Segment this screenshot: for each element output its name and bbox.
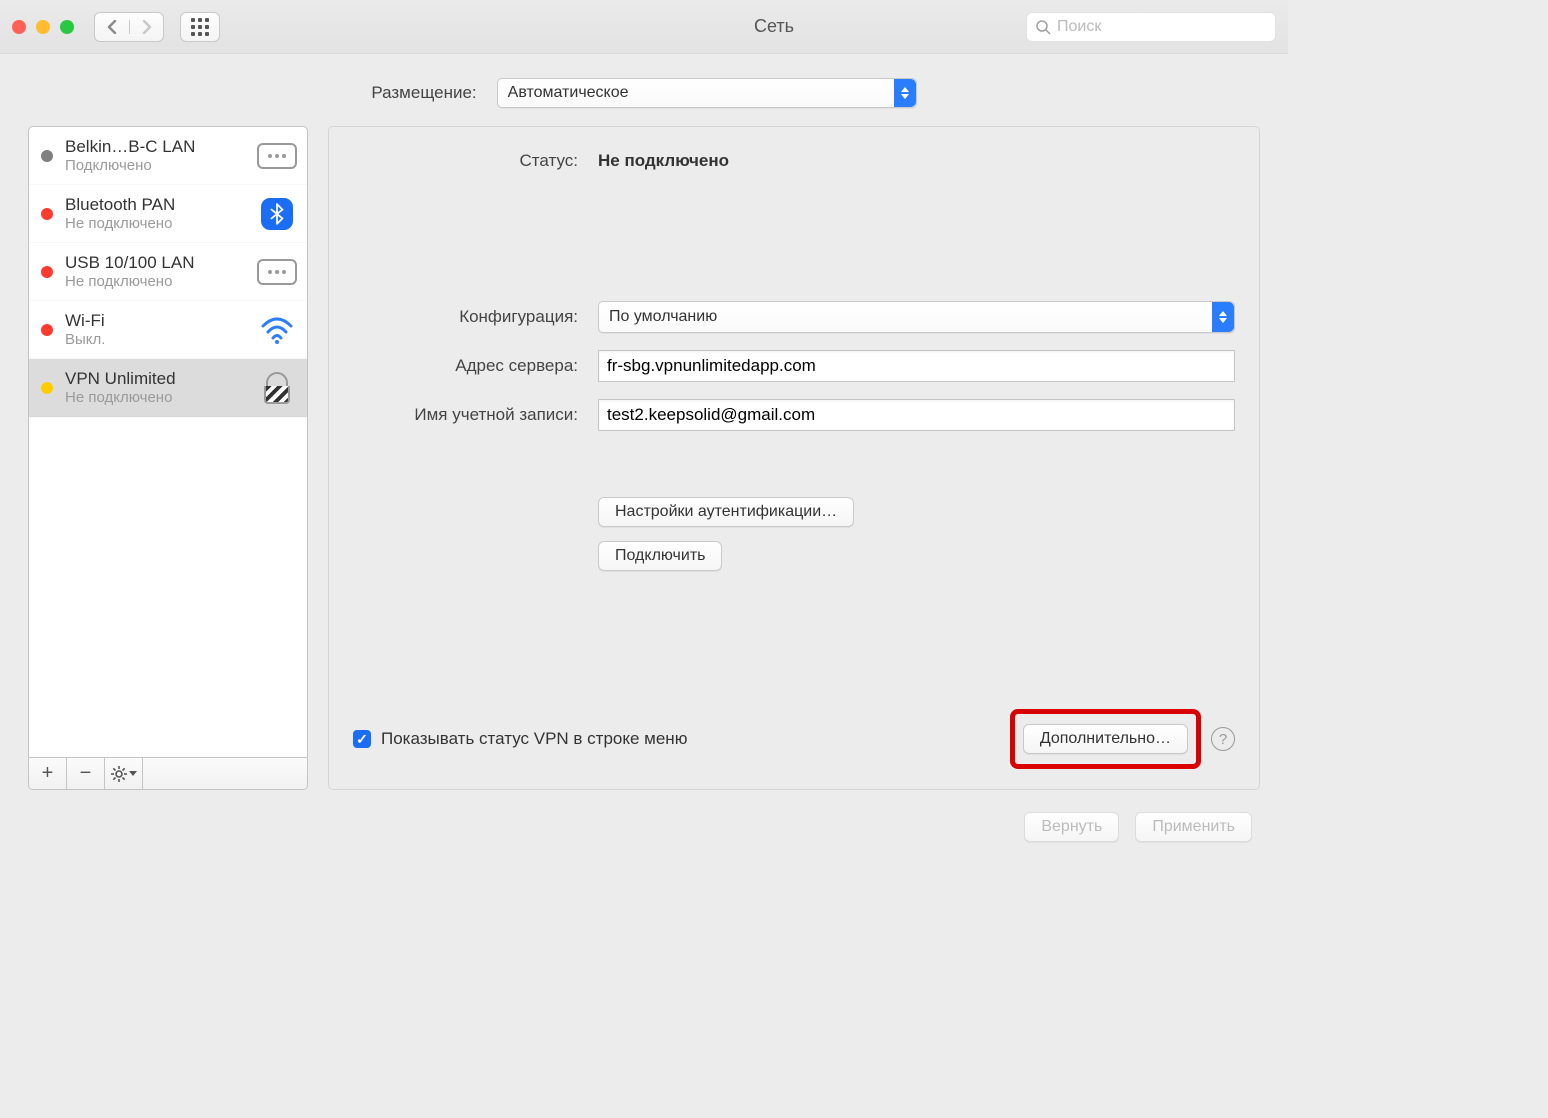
back-button[interactable] [95, 20, 129, 34]
status-value: Не подключено [598, 151, 1235, 171]
close-icon[interactable] [12, 20, 26, 34]
config-label: Конфигурация: [353, 307, 578, 327]
titlebar: Сеть [0, 0, 1288, 54]
status-dot-icon [41, 266, 53, 278]
bluetooth-icon [257, 198, 297, 230]
window-footer: Вернуть Применить [0, 812, 1288, 874]
status-dot-icon [41, 150, 53, 162]
auth-settings-button[interactable]: Настройки аутентификации… [598, 497, 854, 527]
status-dot-icon [41, 324, 53, 336]
grid-icon [191, 18, 209, 36]
service-status: Не подключено [65, 273, 255, 290]
window-controls [12, 20, 74, 34]
account-name-input[interactable] [598, 399, 1235, 431]
service-status: Не подключено [65, 215, 255, 232]
minimize-icon[interactable] [36, 20, 50, 34]
service-list: Belkin…B-C LAN Подключено Bluetooth PAN … [29, 127, 307, 757]
service-item[interactable]: Bluetooth PAN Не подключено [29, 185, 307, 243]
status-dot-icon [41, 382, 53, 394]
sidebar-toolbar: + − [29, 757, 307, 789]
service-name: Wi-Fi [65, 311, 255, 331]
gear-icon [111, 766, 127, 782]
detail-footer: Показывать статус VPN в строке меню Допо… [353, 709, 1235, 769]
service-item[interactable]: Belkin…B-C LAN Подключено [29, 127, 307, 185]
server-address-input[interactable] [598, 350, 1235, 382]
advanced-button[interactable]: Дополнительно… [1023, 724, 1188, 754]
location-label: Размещение: [371, 83, 476, 103]
ethernet-icon [257, 259, 297, 285]
service-status: Выкл. [65, 331, 255, 348]
apply-button[interactable]: Применить [1135, 812, 1252, 842]
remove-service-button[interactable]: − [67, 758, 105, 789]
service-actions-button[interactable] [105, 758, 143, 789]
add-service-button[interactable]: + [29, 758, 67, 789]
service-name: Belkin…B-C LAN [65, 137, 255, 157]
search-field[interactable] [1026, 12, 1276, 42]
show-status-checkbox[interactable] [353, 730, 371, 748]
help-button[interactable]: ? [1211, 727, 1235, 751]
highlight-annotation: Дополнительно… [1010, 709, 1201, 769]
search-icon [1035, 19, 1051, 35]
service-status: Не подключено [65, 389, 255, 406]
maximize-icon[interactable] [60, 20, 74, 34]
forward-button[interactable] [129, 20, 163, 34]
location-value: Автоматическое [508, 84, 629, 102]
vpn-lock-icon [257, 372, 297, 404]
window-title: Сеть [0, 16, 1548, 37]
config-value: По умолчанию [609, 308, 717, 326]
service-name: USB 10/100 LAN [65, 253, 255, 273]
service-status: Подключено [65, 157, 255, 174]
service-sidebar: Belkin…B-C LAN Подключено Bluetooth PAN … [28, 126, 308, 790]
server-address-label: Адрес сервера: [353, 356, 578, 376]
service-item[interactable]: USB 10/100 LAN Не подключено [29, 243, 307, 301]
search-input[interactable] [1057, 18, 1267, 36]
account-name-label: Имя учетной записи: [353, 405, 578, 425]
service-item[interactable]: Wi-Fi Выкл. [29, 301, 307, 359]
revert-button[interactable]: Вернуть [1024, 812, 1119, 842]
chevron-updown-icon [894, 79, 916, 107]
config-select[interactable]: По умолчанию [598, 301, 1235, 333]
service-name: Bluetooth PAN [65, 195, 255, 215]
chevron-updown-icon [1212, 302, 1234, 332]
location-select[interactable]: Автоматическое [497, 78, 917, 108]
show-status-label: Показывать статус VPN в строке меню [381, 729, 687, 749]
status-label: Статус: [353, 151, 578, 171]
status-dot-icon [41, 208, 53, 220]
service-name: VPN Unlimited [65, 369, 255, 389]
detail-panel: Статус: Не подключено Конфигурация: По у… [328, 126, 1260, 790]
ethernet-icon [257, 143, 297, 169]
wifi-icon [257, 316, 297, 344]
location-row: Размещение: Автоматическое [0, 54, 1288, 126]
connect-button[interactable]: Подключить [598, 541, 722, 571]
service-item[interactable]: VPN Unlimited Не подключено [29, 359, 307, 417]
nav-buttons [94, 12, 164, 42]
show-all-button[interactable] [180, 12, 220, 42]
